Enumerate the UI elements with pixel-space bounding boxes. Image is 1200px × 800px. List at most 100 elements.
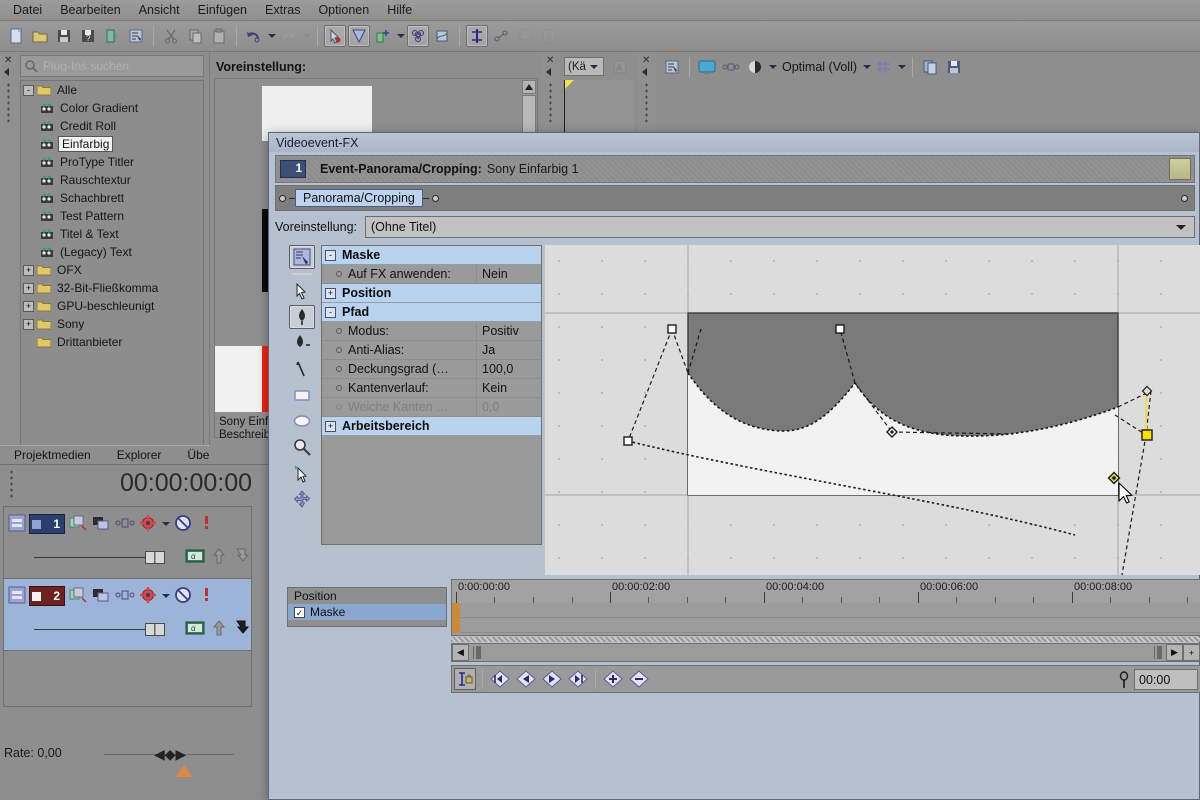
zoom-tool-icon[interactable]	[289, 435, 315, 459]
property-group-arbeitsbereich[interactable]: + Arbeitsbereich	[322, 417, 541, 436]
tab-projektmedien[interactable]: Projektmedien	[0, 445, 110, 465]
property-value[interactable]: Kein	[476, 378, 541, 398]
pan-tool-icon[interactable]	[538, 25, 560, 47]
track-up-arrow-icon[interactable]	[211, 547, 227, 568]
slider-knob[interactable]	[145, 551, 165, 564]
track-motion-icon[interactable]	[114, 514, 136, 535]
split-screen-icon[interactable]	[720, 56, 742, 78]
track-down-arrow-icon[interactable]	[233, 547, 250, 568]
copy-snapshot-icon[interactable]	[919, 56, 941, 78]
tree-node-rauschtextur[interactable]: Rauschtextur	[21, 171, 203, 189]
chain-end-node[interactable]	[1181, 194, 1188, 202]
timeline-timecode[interactable]: 00:00:00:00	[120, 469, 252, 498]
save-as-icon[interactable]: ?	[77, 25, 99, 47]
track-number-badge[interactable]: 2	[29, 586, 65, 606]
track-alpha-icon[interactable]: α	[185, 547, 205, 568]
keyframe-hscrollbar[interactable]: ◀ ▶ +	[451, 643, 1200, 662]
tree-node-einfarbig[interactable]: Einfarbig	[21, 135, 203, 153]
expander-icon[interactable]: -	[23, 84, 34, 96]
plugin-search-bar[interactable]	[20, 55, 204, 77]
expander-icon[interactable]: +	[325, 420, 336, 432]
normal-edit-tool-icon[interactable]	[407, 25, 429, 47]
track-fx-icon[interactable]	[68, 514, 88, 535]
property-row-modus[interactable]: Modus: Positiv	[322, 321, 541, 341]
tree-node-drittanbieter[interactable]: Drittanbieter	[21, 333, 203, 351]
property-row-kantenverlauf[interactable]: Kantenverlauf: Kein	[322, 378, 541, 398]
tree-node-schachbrett[interactable]: Schachbrett	[21, 189, 203, 207]
tangent-tool-icon[interactable]	[289, 357, 315, 381]
expander-icon[interactable]: +	[325, 287, 336, 299]
mask-property-tree[interactable]: - Maske Auf FX anwenden: Nein + Position…	[321, 245, 542, 545]
menu-item-bearbeiten[interactable]: Bearbeiten	[51, 1, 129, 19]
pen-tool-icon[interactable]	[289, 305, 315, 329]
save-project-icon[interactable]	[53, 25, 75, 47]
keyframe-lanes[interactable]	[451, 603, 1200, 636]
magic-select-tool-icon[interactable]	[289, 461, 315, 485]
track-minimize-icon[interactable]	[8, 586, 26, 607]
previous-keyframe-icon[interactable]	[515, 668, 537, 690]
overlays-dropdown-icon[interactable]	[896, 56, 907, 78]
scrollbar-thumb[interactable]	[522, 95, 536, 133]
zoom-edit-tool-icon[interactable]	[490, 25, 512, 47]
add-keyframe-icon[interactable]	[602, 668, 624, 690]
chevron-down-icon[interactable]	[1176, 224, 1186, 230]
project-video-properties-icon[interactable]	[661, 56, 683, 78]
ellipse-tool-icon[interactable]	[289, 409, 315, 433]
mask-canvas[interactable]	[545, 245, 1200, 575]
copy-icon[interactable]	[184, 25, 206, 47]
property-value[interactable]: Ja	[476, 340, 541, 360]
chain-output-node[interactable]	[431, 194, 439, 202]
dock-grip[interactable]: ✕	[0, 52, 18, 464]
hscroll-grip-right[interactable]	[1154, 646, 1162, 659]
rectangle-tool-icon[interactable]	[289, 383, 315, 407]
track-compositing-icon[interactable]	[91, 514, 111, 535]
tree-node-alle[interactable]: - Alle	[21, 81, 203, 99]
track-up-arrow-icon[interactable]	[211, 619, 227, 640]
chain-input-node[interactable]	[279, 194, 286, 202]
property-group-position[interactable]: + Position	[322, 284, 541, 303]
tree-node-test-pattern[interactable]: Test Pattern	[21, 207, 203, 225]
collapse-icon[interactable]	[642, 68, 647, 76]
keyframe-timecode-field[interactable]: 00:00	[1134, 669, 1198, 690]
close-icon[interactable]: ✕	[4, 55, 12, 66]
expander-icon[interactable]: +	[23, 300, 34, 312]
track-fx-dropdown-icon[interactable]	[160, 513, 171, 535]
selection-edit-tool-icon[interactable]	[466, 25, 488, 47]
rate-slider-handle[interactable]: ◀◆▶	[154, 746, 186, 763]
redo-icon[interactable]	[278, 25, 300, 47]
close-icon[interactable]: ✕	[546, 55, 554, 66]
plugin-chain-button[interactable]	[1169, 158, 1191, 180]
undo-dropdown-icon[interactable]	[266, 25, 277, 47]
menu-item-hilfe[interactable]: Hilfe	[378, 1, 421, 19]
preview-quality-icon[interactable]	[744, 56, 766, 78]
track-alpha-icon[interactable]: α	[185, 619, 205, 640]
slider-knob[interactable]	[145, 623, 165, 636]
track-level-slider[interactable]	[34, 551, 165, 564]
tree-node-sony[interactable]: + Sony	[21, 315, 203, 333]
property-group-maske[interactable]: - Maske	[322, 246, 541, 265]
track-fx-icon[interactable]	[68, 586, 88, 607]
tree-node-credit-roll[interactable]: Credit Roll	[21, 117, 203, 135]
mask-canvas-svg[interactable]	[545, 245, 1200, 575]
tree-node-32bit[interactable]: + 32-Bit-Fließkomma	[21, 279, 203, 297]
envelope-edit-tool-icon[interactable]	[431, 25, 453, 47]
render-as-icon[interactable]	[101, 25, 123, 47]
normal-edit-arrow-icon[interactable]	[289, 279, 315, 303]
insert-track-dropdown-icon[interactable]	[395, 25, 406, 47]
redo-dropdown-icon[interactable]	[301, 25, 312, 47]
checkbox-maske[interactable]: ✓	[294, 606, 305, 618]
track-solo-icon[interactable]	[201, 514, 211, 535]
chain-item-panorama-cropping[interactable]: Panorama/Cropping	[295, 189, 423, 207]
mini-preset-combo[interactable]: (Kä	[564, 57, 604, 76]
first-keyframe-icon[interactable]	[489, 668, 511, 690]
track-header-1[interactable]: 1 α	[4, 507, 251, 579]
property-row-anti-alias[interactable]: Anti-Alias: Ja	[322, 340, 541, 360]
save-snapshot-icon[interactable]	[943, 56, 965, 78]
track-mute-icon[interactable]	[174, 586, 192, 607]
preview-quality-dropdown-icon[interactable]	[767, 56, 778, 78]
preview-display-icon[interactable]	[696, 56, 718, 78]
preview-quality-caret-icon[interactable]	[861, 56, 872, 78]
delete-keyframe-icon[interactable]	[628, 668, 650, 690]
lock-aspect-icon[interactable]	[454, 668, 476, 690]
track-level-slider[interactable]	[34, 623, 165, 636]
